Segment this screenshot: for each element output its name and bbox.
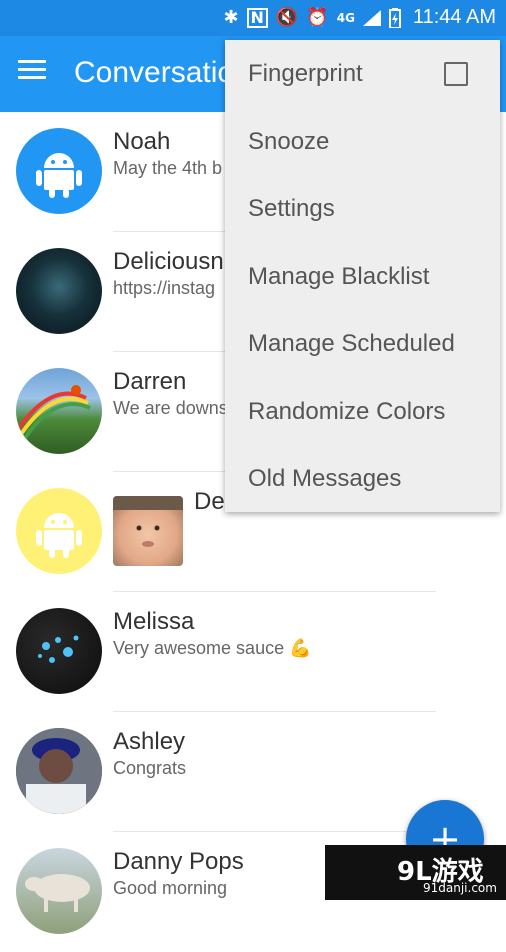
contact-name: Danny Pops [113, 848, 244, 875]
network-type-label: 4G [336, 10, 355, 25]
contact-name: Melissa [113, 608, 195, 635]
hamburger-icon[interactable] [18, 60, 48, 84]
avatar [16, 848, 102, 934]
menu-item-fingerprint[interactable]: Fingerprint [225, 40, 500, 107]
menu-item-label: Manage Scheduled [248, 330, 455, 357]
mute-icon: 🔇 [275, 7, 299, 28]
conversation-row[interactable]: Melissa Very awesome sauce 💪 [0, 592, 506, 712]
avatar [16, 728, 102, 814]
android-icon [36, 153, 82, 198]
watermark: 9L游戏 91danji.com [325, 845, 506, 900]
alarm-icon: ⏰ [306, 7, 329, 28]
android-icon [36, 513, 82, 558]
contact-name: Ashley [113, 728, 186, 755]
status-bar: ✱ N 🔇 ⏰ 4G 11:44 AM [0, 0, 506, 36]
menu-item-label: Settings [248, 195, 335, 222]
contact-name: Noah [113, 128, 171, 155]
menu-item-manage-scheduled[interactable]: Manage Scheduled [225, 310, 500, 377]
menu-item-manage-blacklist[interactable]: Manage Blacklist [225, 243, 500, 310]
avatar [16, 368, 102, 454]
menu-item-randomize-colors[interactable]: Randomize Colors [225, 378, 500, 445]
fingerprint-checkbox[interactable] [444, 62, 468, 86]
avatar [16, 488, 102, 574]
avatar [16, 248, 102, 334]
status-time: 11:44 AM [412, 6, 496, 28]
message-preview: Good morning [113, 878, 228, 898]
avatar [16, 128, 102, 214]
message-preview: Congrats [113, 758, 187, 778]
contact-name: Darren [113, 368, 187, 395]
avatar [16, 608, 102, 694]
menu-item-settings[interactable]: Settings [225, 175, 500, 242]
menu-item-label: Randomize Colors [248, 398, 446, 425]
nfc-icon: N [246, 7, 268, 28]
status-icons: ✱ N 🔇 ⏰ 4G 11:44 AM [223, 6, 496, 29]
image-attachment-thumbnail[interactable] [113, 496, 183, 566]
bluetooth-icon: ✱ [223, 7, 239, 28]
battery-charging-icon [388, 7, 401, 28]
menu-item-label: Old Messages [248, 465, 402, 492]
menu-item-snooze[interactable]: Snooze [225, 108, 500, 175]
message-preview: https://instag [113, 278, 216, 298]
contact-name: Deliciousn [113, 248, 224, 275]
cow-photo [25, 874, 90, 912]
menu-item-old-messages[interactable]: Old Messages [225, 445, 500, 512]
message-preview: Very awesome sauce 💪 [113, 638, 312, 658]
watermark-url: 91danji.com [423, 881, 497, 895]
menu-item-label: Snooze [248, 128, 330, 155]
overflow-menu: Fingerprint Snooze Settings Manage Black… [225, 40, 500, 512]
person-photo [16, 728, 102, 814]
signal-icon [362, 9, 381, 26]
contact-name: De [194, 488, 225, 515]
message-preview: We are downs [113, 398, 228, 418]
baby-photo [113, 496, 183, 547]
rainbow-photo [16, 385, 91, 454]
message-preview: May the 4th b [113, 158, 223, 178]
water-drops-photo [38, 635, 79, 663]
menu-item-label: Manage Blacklist [248, 263, 430, 290]
menu-item-label: Fingerprint [248, 60, 363, 87]
